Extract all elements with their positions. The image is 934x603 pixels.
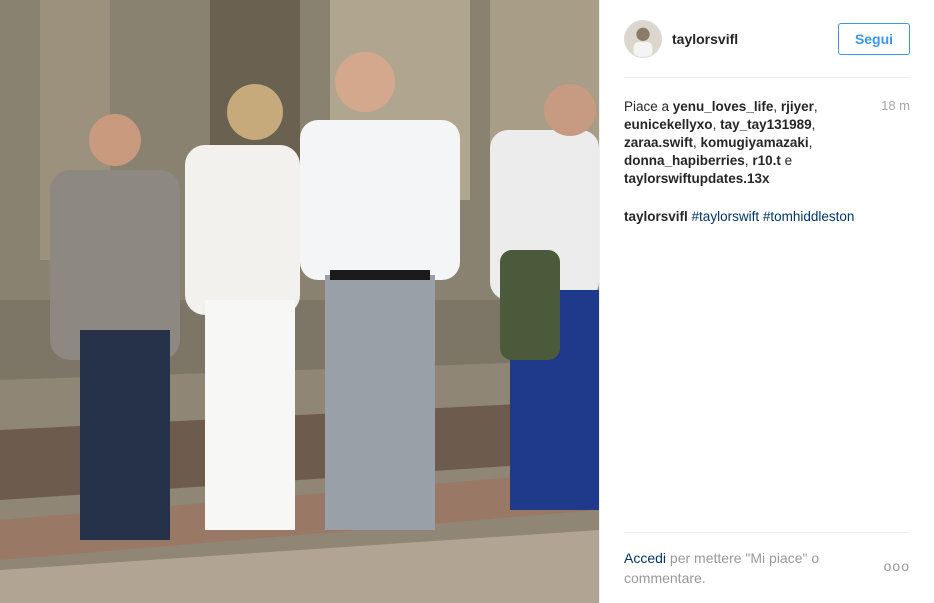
liked-by-user[interactable]: tay_tay131989 bbox=[720, 117, 812, 132]
liked-by-user[interactable]: yenu_loves_life bbox=[673, 99, 774, 114]
post-caption: taylorsvifl #taylorswift #tomhiddleston bbox=[624, 208, 914, 226]
ellipsis-icon[interactable]: ooo bbox=[884, 558, 910, 574]
login-prompt: Accedi per mettere "Mi piace" o commenta… bbox=[624, 548, 864, 588]
liked-by-user[interactable]: rjiyer bbox=[781, 99, 814, 114]
avatar[interactable] bbox=[624, 20, 662, 58]
post-time[interactable]: 18 m bbox=[881, 98, 910, 113]
post-photo[interactable] bbox=[0, 0, 599, 603]
hashtag-link[interactable]: #taylorswift bbox=[692, 209, 760, 224]
liked-by-user[interactable]: donna_hapiberries bbox=[624, 153, 745, 168]
footer-divider bbox=[624, 532, 910, 533]
username[interactable]: taylorsvifl bbox=[672, 31, 838, 47]
likes-and: e bbox=[780, 153, 793, 168]
hashtag-link[interactable]: #tomhiddleston bbox=[763, 209, 855, 224]
liked-by-user[interactable]: taylorswiftupdates.13x bbox=[624, 171, 770, 186]
photo-image bbox=[0, 0, 599, 603]
likes-summary: Piace a yenu_loves_life, rjiyer, eunicek… bbox=[624, 99, 818, 186]
caption-username[interactable]: taylorsvifl bbox=[624, 209, 688, 224]
liked-by-user[interactable]: r10.t bbox=[752, 153, 781, 168]
follow-button[interactable]: Segui bbox=[838, 23, 910, 55]
post-header: taylorsvifl Segui bbox=[624, 18, 910, 60]
avatar-image bbox=[625, 21, 661, 57]
liked-by-user[interactable]: komugiyamazaki bbox=[701, 135, 809, 150]
liked-by-user[interactable]: eunicekellyxo bbox=[624, 117, 713, 132]
liked-by-user[interactable]: zaraa.swift bbox=[624, 135, 693, 150]
likes-prefix: Piace a bbox=[624, 99, 673, 114]
post-sidebar: taylorsvifl Segui Piace a yenu_loves_lif… bbox=[599, 0, 934, 603]
login-link[interactable]: Accedi bbox=[624, 550, 666, 566]
header-divider bbox=[624, 77, 910, 78]
